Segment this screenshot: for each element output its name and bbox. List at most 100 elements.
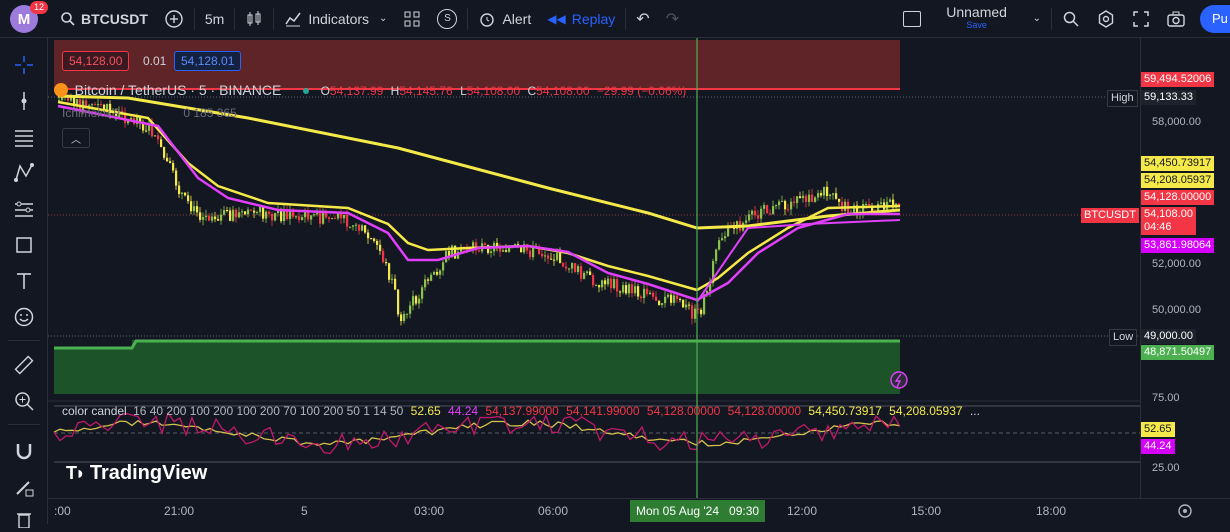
chart-pane[interactable]: 54,128.00 0.01 54,128.01 Bitcoin / Tethe… <box>48 38 1140 498</box>
replay-button[interactable]: ◀◀ Replay <box>539 0 623 38</box>
candle-body <box>763 205 766 209</box>
alert-button[interactable]: Alert <box>470 0 539 38</box>
trendline-tool[interactable] <box>11 88 37 114</box>
candle-body <box>595 285 598 287</box>
top-toolbar: M 12 BTCUSDT 5m Indicators ⌄ S Alert ◀◀ … <box>0 0 1230 38</box>
legend-title[interactable]: Bitcoin / TetherUS · 5 · BINANCE <box>75 82 282 98</box>
candle-body <box>352 225 355 227</box>
fullscreen-button[interactable] <box>1124 0 1158 38</box>
candle-body <box>790 201 793 210</box>
candle-body <box>808 194 811 202</box>
projection-tool[interactable] <box>11 196 37 222</box>
candle-body <box>667 294 670 297</box>
candle-body <box>592 275 595 286</box>
redo-icon: ↷ <box>665 10 680 28</box>
candle-body <box>880 202 883 204</box>
candle-body <box>805 195 808 202</box>
ma-value-2: 54,208.05937 <box>1141 173 1215 188</box>
candle-body <box>355 224 358 226</box>
sliders-icon <box>15 201 33 217</box>
candle-body <box>202 217 205 220</box>
candle-body <box>406 313 409 315</box>
candle-body <box>766 205 769 214</box>
candle-body <box>634 286 637 294</box>
candle-body <box>604 280 607 285</box>
ma-value-1: 54,450.73917 <box>1141 156 1215 171</box>
candle-body <box>775 205 778 207</box>
measure-tool[interactable] <box>11 352 37 378</box>
candle-body <box>619 291 622 293</box>
candle-body <box>253 210 256 213</box>
price-scale[interactable]: 59,494.52006 High 59,133.33 58,000.00 54… <box>1081 38 1230 498</box>
candle-body <box>652 292 655 297</box>
quick-search-button[interactable] <box>1054 0 1088 38</box>
collapse-legend-button[interactable]: ︿ <box>62 128 90 148</box>
candle-body <box>241 211 244 213</box>
candle-body <box>655 296 658 301</box>
redo-button[interactable]: ↷ <box>658 0 687 38</box>
candle-body <box>175 170 178 186</box>
oscillator-legend[interactable]: color candel 16 40 200 100 200 100 200 7… <box>62 404 980 418</box>
text-tool[interactable] <box>11 268 37 294</box>
interval-button[interactable]: 5m <box>197 0 232 38</box>
ma-fast-line <box>57 104 900 302</box>
trash-tool[interactable] <box>11 506 37 532</box>
fullscreen-icon <box>1133 10 1149 27</box>
candle-body <box>415 296 418 304</box>
symbol-search[interactable]: BTCUSDT <box>52 0 156 38</box>
candle-body <box>205 215 208 218</box>
candle-body <box>616 279 619 292</box>
time-label: 06:00 <box>538 504 569 518</box>
price-level-58000: 58,000.00 <box>1152 116 1201 128</box>
time-axis[interactable]: :00 21:00 5 03:00 06:00 Mon 05 Aug '24 0… <box>48 498 1230 524</box>
rectangle-icon <box>16 237 32 253</box>
layout-menu-button[interactable]: ⌄ <box>1025 0 1049 38</box>
quantity-field[interactable]: 0.01 <box>143 54 166 68</box>
strategy-button[interactable]: S <box>429 0 465 38</box>
undo-icon: ↶ <box>636 10 650 28</box>
candle-body <box>409 305 412 314</box>
settings-button[interactable] <box>1088 0 1124 38</box>
lightning-icon[interactable] <box>890 371 908 389</box>
undo-button[interactable]: ↶ <box>628 0 657 38</box>
candle-body <box>502 250 505 252</box>
pattern-tool[interactable] <box>11 160 37 186</box>
magnet-tool[interactable] <box>11 438 37 464</box>
candles-group <box>58 90 901 326</box>
crosshair-tool[interactable] <box>11 52 37 78</box>
candle-body <box>631 284 634 294</box>
templates-button[interactable] <box>395 0 429 38</box>
price-level-red-2: 54,128.00000 <box>1141 190 1215 205</box>
emoji-tool[interactable] <box>11 304 37 330</box>
candle-body <box>403 313 406 322</box>
compare-button[interactable] <box>156 0 192 38</box>
candle-body <box>220 214 223 221</box>
candle-body <box>781 200 784 202</box>
zoom-tool[interactable] <box>11 388 37 414</box>
candle-body <box>721 238 724 241</box>
candle-body <box>568 268 571 270</box>
symbol-legend: Bitcoin / TetherUS · 5 · BINANCE O54,137… <box>54 82 686 98</box>
sell-button[interactable]: 54,128.00 <box>62 51 130 71</box>
candle-body <box>382 250 385 263</box>
price-level-50000: 50,000.00 <box>1152 304 1201 316</box>
chevron-down-icon: ⌄ <box>379 13 388 24</box>
buy-button[interactable]: 54,128.01 <box>174 51 242 71</box>
rewind-icon: ◀◀ <box>547 11 566 26</box>
candle-body <box>265 211 268 219</box>
layout-toggle-button[interactable] <box>895 0 929 38</box>
candle-body <box>499 248 502 252</box>
layout-name-button[interactable]: Unnamed Save <box>929 0 1025 38</box>
chart-type-button[interactable] <box>237 0 271 38</box>
publish-button[interactable]: Pu <box>1200 4 1230 33</box>
shape-tool[interactable] <box>11 232 37 258</box>
snapshot-button[interactable] <box>1158 0 1194 38</box>
ichimoku-legend[interactable]: Ichimoku 9 0 185 365 <box>62 106 237 120</box>
candle-body <box>784 200 787 210</box>
lock-drawings-tool[interactable] <box>11 474 37 500</box>
candle-body <box>163 147 166 158</box>
fib-tool[interactable] <box>11 124 37 150</box>
chart-settings-button[interactable] <box>1176 502 1194 523</box>
indicators-button[interactable]: Indicators ⌄ <box>276 0 395 38</box>
candle-body <box>718 240 721 250</box>
